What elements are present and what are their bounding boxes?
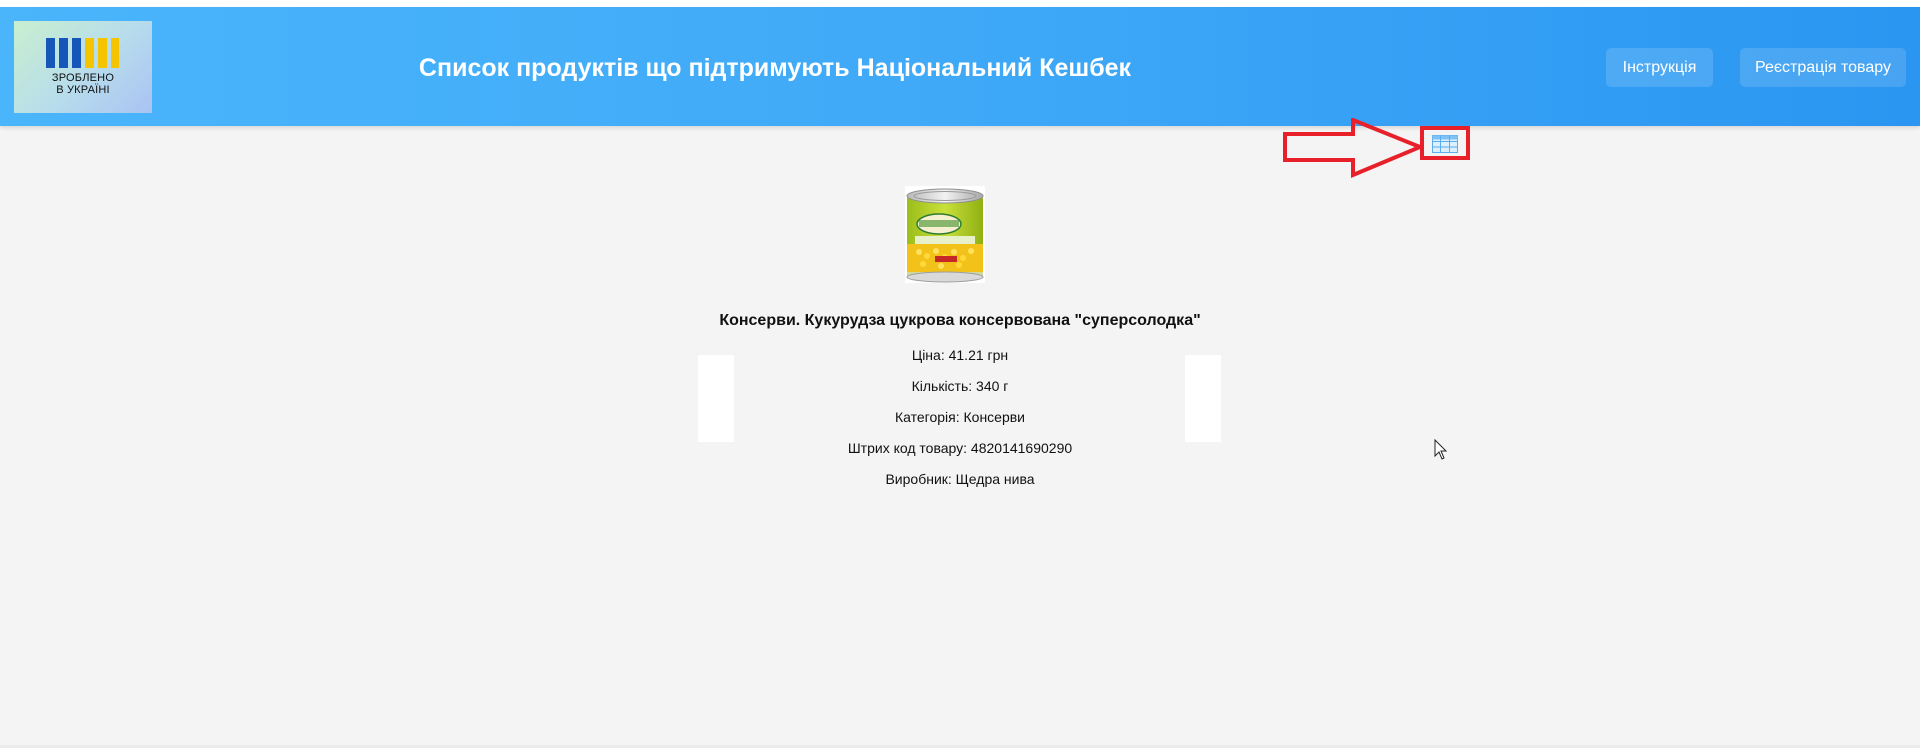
site-header: ЗРОБЛЕНО В УКРАЇНІ Список продуктів що п… bbox=[0, 7, 1920, 126]
product-manufacturer: Виробник: Щедра нива bbox=[885, 471, 1035, 487]
product-image bbox=[905, 186, 985, 283]
page-title: Список продуктів що підтримують Націонал… bbox=[418, 54, 1132, 82]
table-grid-icon bbox=[1432, 135, 1458, 153]
top-strip bbox=[0, 0, 1920, 7]
made-in-ukraine-logo[interactable]: ЗРОБЛЕНО В УКРАЇНІ bbox=[14, 21, 152, 113]
mouse-pointer-icon bbox=[1434, 439, 1448, 460]
product-title: Консерви. Кукурудза цукрова консервована… bbox=[719, 312, 1201, 329]
logo-text: ЗРОБЛЕНО В УКРАЇНІ bbox=[51, 72, 115, 96]
instruction-button[interactable]: Інструкція bbox=[1606, 48, 1713, 87]
register-product-button[interactable]: Реєстрація товару bbox=[1740, 48, 1906, 87]
logo-bars bbox=[46, 38, 122, 68]
product-barcode: Штрих код товару: 4820141690290 bbox=[847, 440, 1073, 456]
product-quantity: Кількість: 340 г bbox=[911, 378, 1009, 394]
product-price: Ціна: 41.21 грн bbox=[911, 347, 1009, 363]
image-placeholder-left bbox=[698, 355, 734, 442]
view-toggle-button[interactable] bbox=[1420, 126, 1470, 160]
red-arrow-icon bbox=[1283, 118, 1423, 178]
product-category: Категорія: Консерви bbox=[894, 409, 1026, 425]
image-placeholder-right bbox=[1185, 355, 1221, 442]
